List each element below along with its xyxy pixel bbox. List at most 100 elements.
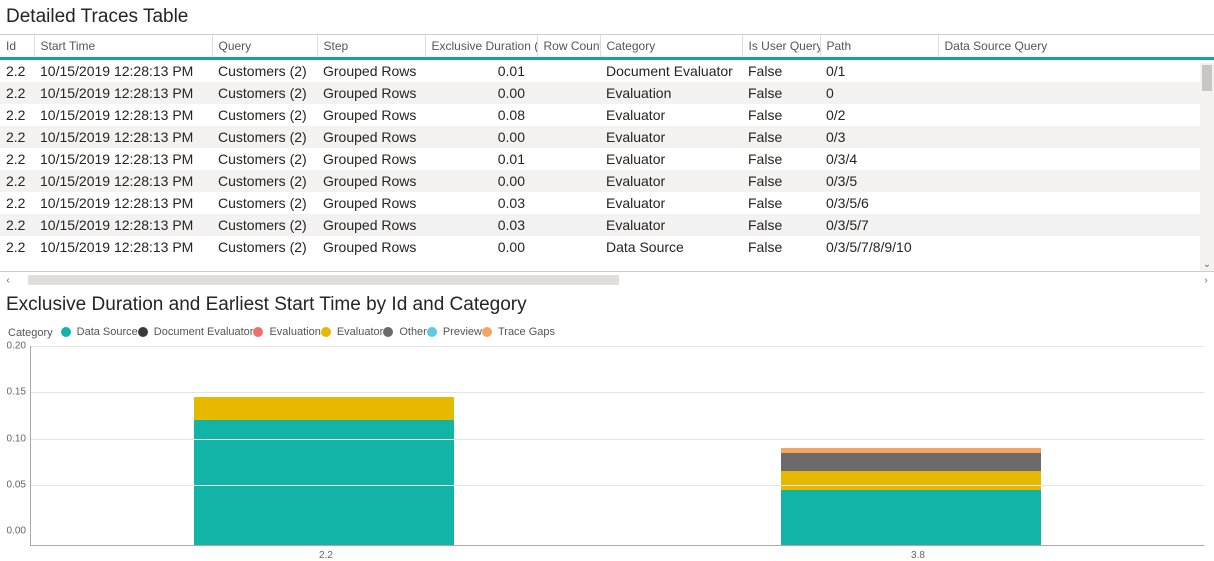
col-data-source-query[interactable]: Data Source Query: [938, 35, 1214, 59]
table-cell: Evaluator: [600, 104, 742, 126]
bar-segment[interactable]: [781, 490, 1041, 546]
table-cell: Grouped Rows: [317, 148, 425, 170]
table-cell: [938, 82, 1214, 104]
y-tick-label: 0.00: [7, 526, 26, 537]
legend-label: Evaluation: [269, 326, 320, 338]
gridline: [31, 392, 1204, 393]
table-row[interactable]: 2.210/15/2019 12:28:13 PMCustomers (2)Gr…: [0, 148, 1214, 170]
table-cell: 10/15/2019 12:28:13 PM: [34, 82, 212, 104]
table-row[interactable]: 2.210/15/2019 12:28:13 PMCustomers (2)Gr…: [0, 104, 1214, 126]
legend-swatch-icon: [482, 327, 492, 337]
horizontal-scrollbar-thumb[interactable]: [28, 275, 619, 285]
table-row[interactable]: 2.210/15/2019 12:28:13 PMCustomers (2)Gr…: [0, 214, 1214, 236]
table-cell: False: [742, 82, 820, 104]
table-cell: Customers (2): [212, 126, 317, 148]
bar-segment[interactable]: [194, 397, 454, 420]
stacked-bar[interactable]: [194, 397, 454, 545]
table-cell: 0.00: [425, 126, 537, 148]
table-cell: Customers (2): [212, 59, 317, 83]
col-query[interactable]: Query: [212, 35, 317, 59]
table-cell: 2.2: [0, 148, 34, 170]
plot[interactable]: [30, 346, 1204, 546]
table-cell: Grouped Rows: [317, 236, 425, 258]
scroll-right-icon[interactable]: ›: [1198, 275, 1214, 286]
legend-swatch-icon: [61, 327, 71, 337]
y-tick-label: 0.10: [7, 433, 26, 444]
legend-item[interactable]: Evaluator: [321, 326, 383, 338]
scroll-left-icon[interactable]: ‹: [0, 275, 16, 286]
table-cell: Evaluator: [600, 170, 742, 192]
table-title: Detailed Traces Table: [6, 6, 1214, 28]
table-row[interactable]: 2.210/15/2019 12:28:13 PMCustomers (2)Gr…: [0, 82, 1214, 104]
x-tick-label: 3.8: [622, 546, 1214, 561]
stacked-bar[interactable]: [781, 448, 1041, 545]
legend-item[interactable]: Data Source: [61, 326, 138, 338]
table-cell: 2.2: [0, 236, 34, 258]
table-cell: [537, 236, 600, 258]
bar-segment[interactable]: [781, 471, 1041, 490]
table-cell: Evaluator: [600, 148, 742, 170]
scroll-down-icon[interactable]: ⌄: [1200, 257, 1214, 271]
table-cell: Grouped Rows: [317, 126, 425, 148]
legend-item[interactable]: Evaluation: [253, 326, 320, 338]
table-row[interactable]: 2.210/15/2019 12:28:13 PMCustomers (2)Gr…: [0, 59, 1214, 83]
table-cell: Evaluator: [600, 126, 742, 148]
table-cell: 2.2: [0, 104, 34, 126]
col-step[interactable]: Step: [317, 35, 425, 59]
col-row-count[interactable]: Row Count: [537, 35, 600, 59]
legend-item[interactable]: Preview: [427, 326, 482, 338]
gridline: [31, 485, 1204, 486]
col-path[interactable]: Path: [820, 35, 938, 59]
table-cell: Evaluation: [600, 82, 742, 104]
table-cell: False: [742, 170, 820, 192]
table-cell: 0/3/4: [820, 148, 938, 170]
vertical-scrollbar-thumb[interactable]: [1202, 65, 1212, 91]
table-row[interactable]: 2.210/15/2019 12:28:13 PMCustomers (2)Gr…: [0, 192, 1214, 214]
table-cell: 2.2: [0, 126, 34, 148]
table-cell: Data Source: [600, 236, 742, 258]
table-cell: 0.03: [425, 214, 537, 236]
table-cell: [938, 148, 1214, 170]
table-cell: [938, 192, 1214, 214]
table-row[interactable]: 2.210/15/2019 12:28:13 PMCustomers (2)Gr…: [0, 170, 1214, 192]
table-cell: 0/3: [820, 126, 938, 148]
gridline: [31, 346, 1204, 347]
table-cell: Evaluator: [600, 214, 742, 236]
legend-item[interactable]: Other: [383, 326, 427, 338]
table-header-row[interactable]: Id Start Time Query Step Exclusive Durat…: [0, 35, 1214, 59]
chart-plot-area: 0.000.050.100.150.20: [0, 346, 1214, 546]
col-category[interactable]: Category: [600, 35, 742, 59]
table-cell: False: [742, 126, 820, 148]
table-cell: 0.01: [425, 59, 537, 83]
table-cell: 10/15/2019 12:28:13 PM: [34, 192, 212, 214]
table-cell: 10/15/2019 12:28:13 PM: [34, 59, 212, 83]
table-cell: Customers (2): [212, 236, 317, 258]
col-is-user-query[interactable]: Is User Query: [742, 35, 820, 59]
table-cell: Grouped Rows: [317, 170, 425, 192]
table-cell: [537, 148, 600, 170]
col-start-time[interactable]: Start Time: [34, 35, 212, 59]
legend-label: Data Source: [77, 326, 138, 338]
legend-title: Category: [8, 327, 53, 339]
table-cell: [938, 236, 1214, 258]
x-axis: 2.23.8: [30, 546, 1214, 561]
col-exclusive-duration[interactable]: Exclusive Duration (%): [425, 35, 537, 59]
table-row[interactable]: 2.210/15/2019 12:28:13 PMCustomers (2)Gr…: [0, 236, 1214, 258]
legend-label: Evaluator: [337, 326, 383, 338]
col-id[interactable]: Id: [0, 35, 34, 59]
table-cell: 0: [820, 82, 938, 104]
legend-item[interactable]: Document Evaluator: [138, 326, 254, 338]
table-row[interactable]: 2.210/15/2019 12:28:13 PMCustomers (2)Gr…: [0, 126, 1214, 148]
horizontal-scrollbar[interactable]: ‹ ›: [0, 272, 1214, 288]
table-cell: False: [742, 104, 820, 126]
table-cell: 2.2: [0, 82, 34, 104]
vertical-scrollbar[interactable]: ⌄: [1200, 63, 1214, 271]
table-cell: [938, 214, 1214, 236]
table-cell: 0/3/5/6: [820, 192, 938, 214]
table-cell: Customers (2): [212, 214, 317, 236]
bar-segment[interactable]: [781, 453, 1041, 472]
table-cell: 10/15/2019 12:28:13 PM: [34, 214, 212, 236]
legend-swatch-icon: [383, 327, 393, 337]
legend-item[interactable]: Trace Gaps: [482, 326, 555, 338]
table-cell: 0.03: [425, 192, 537, 214]
